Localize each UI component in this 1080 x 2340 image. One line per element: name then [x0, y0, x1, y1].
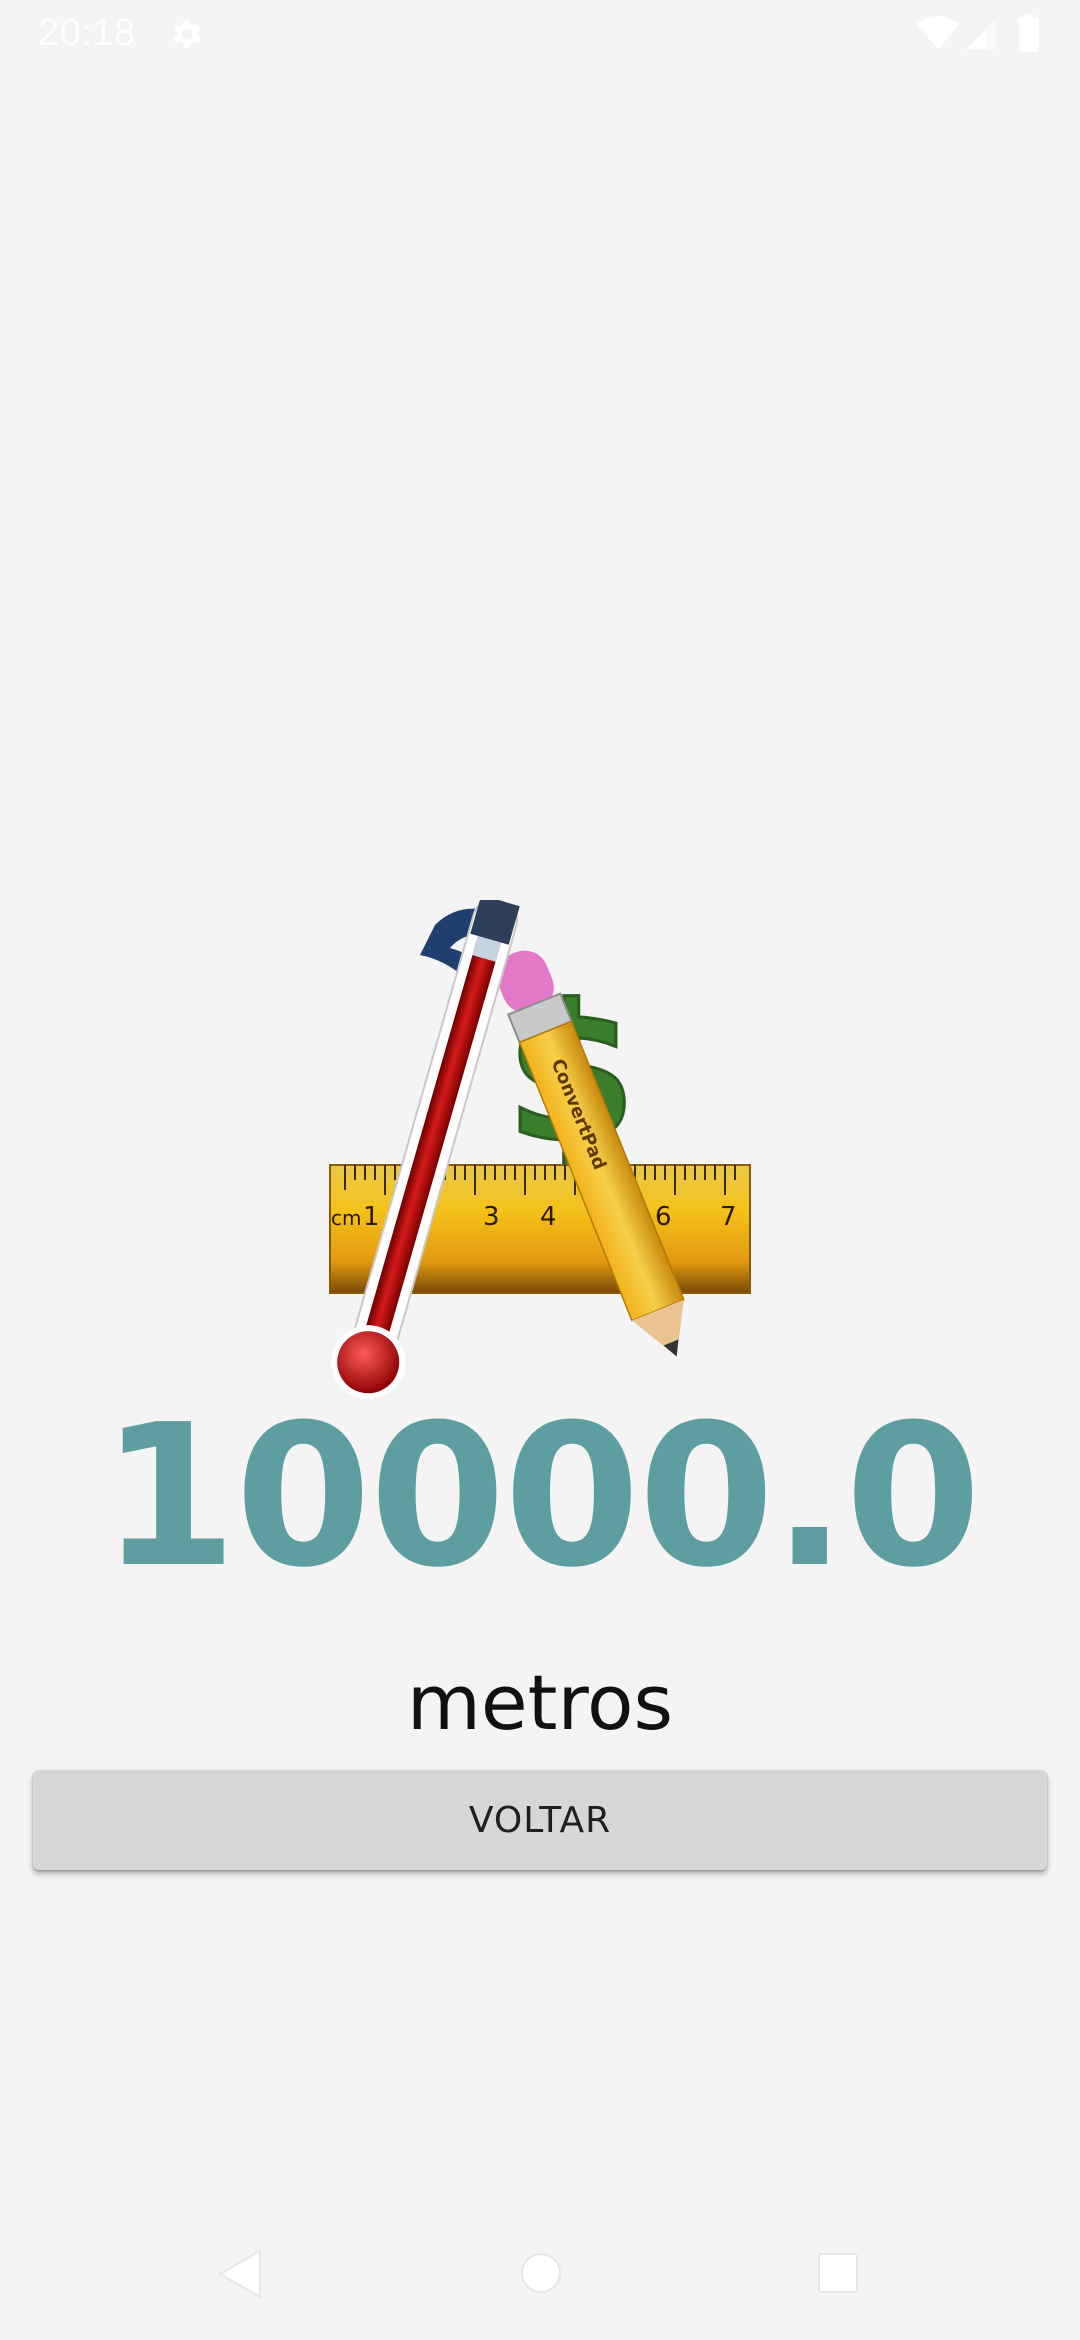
ruler-label-6: 6 — [655, 1202, 672, 1232]
ruler-label-4: 4 — [540, 1202, 557, 1232]
back-button[interactable]: VOLTAR — [33, 1770, 1047, 1870]
ruler-label-1: 1 — [363, 1202, 380, 1232]
ruler-label-3: 3 — [483, 1202, 500, 1232]
status-bar: 20:18 — [0, 0, 1080, 66]
gear-icon — [173, 20, 201, 48]
nav-recents-icon[interactable] — [818, 2253, 858, 2293]
status-time: 20:18 — [38, 12, 136, 54]
signal-icon — [966, 19, 996, 49]
wifi-icon — [916, 16, 960, 49]
nav-home-icon[interactable] — [520, 2252, 562, 2294]
convertpad-logo: $ cm 1 3 4 — [329, 900, 751, 1400]
back-button-label: VOLTAR — [468, 1799, 612, 1841]
screen: 20:18 cm 1 3 4 6 7 ConvertPad 10000.0 me… — [0, 0, 1080, 2340]
result-value: 10000.0 — [100, 1383, 982, 1611]
battery-icon — [1019, 14, 1039, 52]
nav-back-icon[interactable] — [218, 2249, 262, 2299]
ruler-label-cm: cm — [331, 1206, 361, 1230]
unit-label: metros — [406, 1658, 674, 1747]
ruler-label-7: 7 — [720, 1202, 737, 1232]
nav-bar — [0, 2220, 1080, 2340]
